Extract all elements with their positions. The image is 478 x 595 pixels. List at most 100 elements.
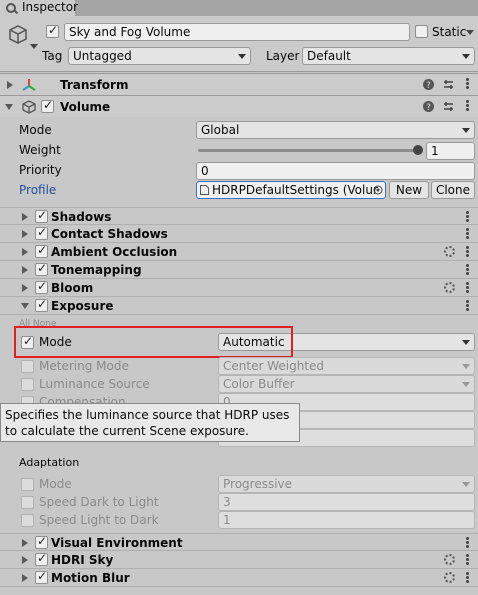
chevron-down-icon <box>462 340 470 345</box>
more-menu-icon[interactable] <box>466 554 469 566</box>
override-enabled-checkbox[interactable] <box>35 208 48 223</box>
profile-object-field[interactable]: HDRPDefaultSettings (Volur <box>196 181 386 199</box>
help-icon[interactable]: ? <box>423 101 434 112</box>
foldout-arrow-icon[interactable] <box>22 213 28 221</box>
component-transform[interactable]: Transform ? <box>0 73 478 95</box>
override-shadows[interactable]: Shadows <box>0 207 478 225</box>
override-title: Tonemapping <box>51 263 142 277</box>
override-title: Exposure <box>51 299 114 313</box>
static-dropdown-arrow[interactable] <box>466 30 474 35</box>
more-menu-icon[interactable] <box>466 228 469 240</box>
inspector-icon <box>6 3 16 13</box>
volume-icon <box>22 100 36 114</box>
override-enabled-checkbox[interactable] <box>35 279 48 294</box>
override-enabled-checkbox[interactable] <box>35 551 48 566</box>
foldout-arrow-icon[interactable] <box>22 574 28 582</box>
more-menu-icon[interactable] <box>466 572 469 584</box>
help-icon[interactable]: ? <box>423 79 434 90</box>
more-menu-icon[interactable] <box>466 246 469 258</box>
override-enabled-checkbox[interactable] <box>35 225 48 240</box>
override-tonemapping[interactable]: Tonemapping <box>0 261 478 279</box>
component-volume[interactable]: Volume ? <box>0 95 478 117</box>
static-checkbox[interactable] <box>415 25 428 38</box>
more-menu-icon[interactable] <box>466 264 469 276</box>
gear-icon[interactable] <box>444 282 455 293</box>
profile-label[interactable]: Profile <box>19 182 56 198</box>
override-exposure[interactable]: Exposure <box>0 297 478 315</box>
gear-icon[interactable] <box>444 246 455 257</box>
priority-field[interactable]: 0 <box>196 162 475 180</box>
override-enabled-checkbox[interactable] <box>35 534 48 549</box>
object-name-field[interactable]: Sky and Fog Volume <box>64 23 410 41</box>
preset-icon[interactable] <box>443 101 454 112</box>
volume-mode-dropdown[interactable]: Global <box>196 121 475 139</box>
svg-text:?: ? <box>426 81 431 90</box>
volume-title: Volume <box>60 100 111 114</box>
layer-dropdown[interactable]: Default <box>302 47 475 65</box>
more-menu-icon[interactable] <box>466 78 469 90</box>
dark-to-light-label: Speed Dark to Light <box>39 495 159 509</box>
light-to-dark-field[interactable]: 1 <box>218 511 475 529</box>
preset-icon[interactable] <box>443 79 454 90</box>
tag-value: Untagged <box>73 49 132 63</box>
volume-enabled-checkbox[interactable] <box>41 98 54 113</box>
metering-mode-dropdown[interactable]: Center Weighted <box>218 357 475 375</box>
tag-dropdown[interactable]: Untagged <box>68 47 251 65</box>
luminance-override-checkbox[interactable] <box>21 378 34 391</box>
tab-inspector[interactable]: Inspector <box>0 0 78 16</box>
highlight-box <box>14 326 293 358</box>
override-enabled-checkbox[interactable] <box>35 243 48 258</box>
foldout-arrow-icon[interactable] <box>22 539 28 547</box>
foldout-arrow-icon[interactable] <box>22 248 28 256</box>
more-menu-icon[interactable] <box>466 282 469 294</box>
metering-override-checkbox[interactable] <box>21 360 34 373</box>
weight-slider-track[interactable] <box>198 149 418 152</box>
override-motion-blur[interactable]: Motion Blur <box>0 569 478 587</box>
foldout-arrow-icon[interactable] <box>5 104 13 110</box>
metering-mode-label: Metering Mode <box>39 359 129 373</box>
object-header: Sky and Fog Volume Static Tag Untagged L… <box>0 16 478 72</box>
foldout-arrow-icon[interactable] <box>22 230 28 238</box>
override-hdri-sky[interactable]: HDRI Sky <box>0 551 478 569</box>
tab-bar: Inspector <box>0 0 478 16</box>
light-to-dark-override-checkbox[interactable] <box>21 514 34 527</box>
override-contact-shadows[interactable]: Contact Shadows <box>0 225 478 243</box>
more-menu-icon[interactable] <box>466 537 469 549</box>
override-enabled-checkbox[interactable] <box>35 569 48 584</box>
override-ambient-occlusion[interactable]: Ambient Occlusion <box>0 243 478 261</box>
clone-profile-button[interactable]: Clone <box>431 181 475 199</box>
override-enabled-checkbox[interactable] <box>35 261 48 276</box>
dark-to-light-override-checkbox[interactable] <box>21 496 34 509</box>
adapt-mode-dropdown[interactable]: Progressive <box>218 475 475 493</box>
more-menu-icon[interactable] <box>466 100 469 112</box>
foldout-arrow-icon[interactable] <box>22 266 28 274</box>
dark-to-light-field[interactable]: 3 <box>218 493 475 511</box>
gear-icon[interactable] <box>444 554 455 565</box>
luminance-source-dropdown[interactable]: Color Buffer <box>218 375 475 393</box>
object-picker-icon[interactable] <box>373 185 383 195</box>
override-title: Bloom <box>51 281 94 295</box>
active-checkbox[interactable] <box>46 23 59 38</box>
more-menu-icon[interactable] <box>466 300 469 312</box>
override-bloom[interactable]: Bloom <box>0 279 478 297</box>
weight-field[interactable]: 1 <box>426 142 475 160</box>
weight-slider-thumb[interactable] <box>413 145 423 155</box>
gameobject-icon[interactable] <box>7 24 29 46</box>
light-to-dark-label: Speed Light to Dark <box>39 513 159 527</box>
static-label: Static <box>432 25 467 39</box>
foldout-arrow-icon[interactable] <box>7 81 13 89</box>
foldout-arrow-icon[interactable] <box>21 303 29 309</box>
adapt-mode-override-checkbox[interactable] <box>21 478 34 491</box>
override-title: Visual Environment <box>51 536 183 550</box>
more-menu-icon[interactable] <box>466 211 469 223</box>
foldout-arrow-icon[interactable] <box>22 284 28 292</box>
icon-dropdown-arrow[interactable] <box>30 44 38 49</box>
new-profile-button[interactable]: New <box>389 181 429 199</box>
foldout-arrow-icon[interactable] <box>22 556 28 564</box>
override-title: Ambient Occlusion <box>51 245 178 259</box>
layer-value: Default <box>307 49 351 63</box>
gear-icon[interactable] <box>444 572 455 583</box>
override-visual-environment[interactable]: Visual Environment <box>0 533 478 551</box>
override-enabled-checkbox[interactable] <box>35 297 48 312</box>
luminance-source-label: Luminance Source <box>39 377 150 391</box>
